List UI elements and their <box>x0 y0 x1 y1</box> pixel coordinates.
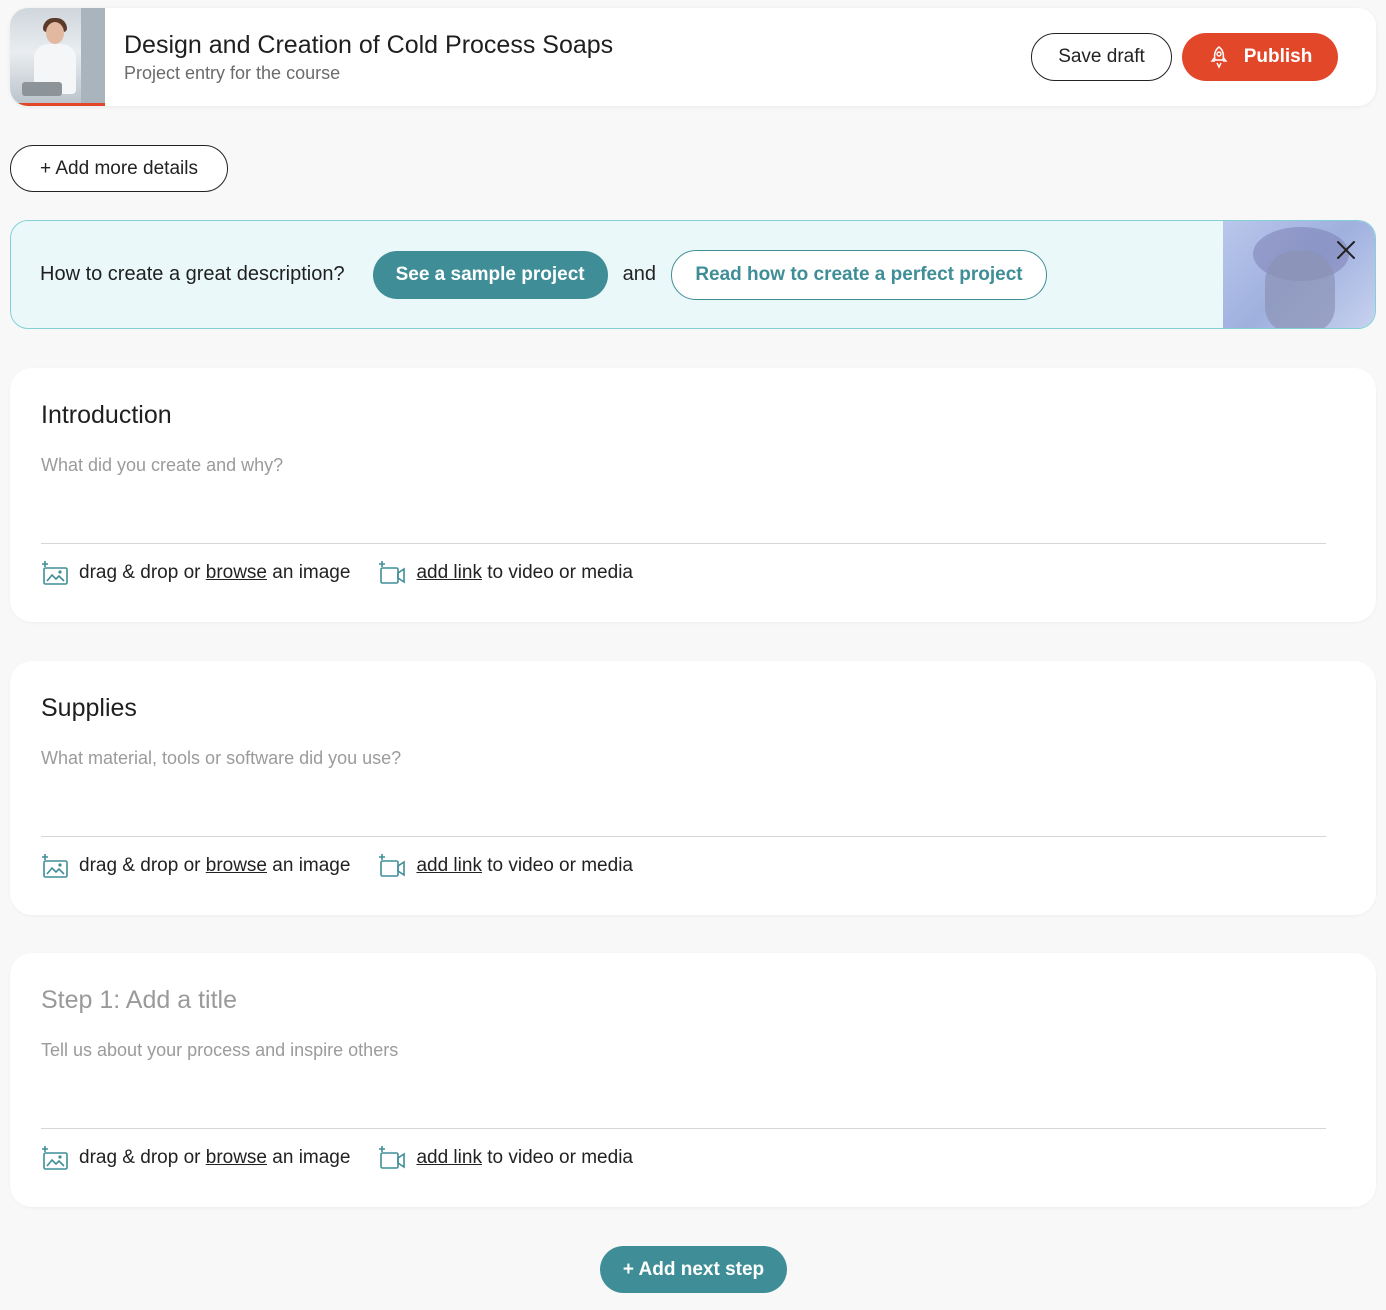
section-supplies: Supplies What material, tools or softwar… <box>10 661 1376 915</box>
project-subtitle: Project entry for the course <box>124 63 341 83</box>
section-title: Introduction <box>41 401 172 429</box>
step-title-input[interactable]: Step 1: Add a title <box>41 986 237 1015</box>
image-text: an image <box>272 1147 351 1168</box>
media-bar: drag & drop or browse an image add link … <box>41 1145 633 1171</box>
tip-illustration <box>1223 221 1375 328</box>
section-title: Supplies <box>41 694 137 722</box>
add-video-icon[interactable] <box>378 853 406 879</box>
header-titles: Design and Creation of Cold Process Soap… <box>124 30 1031 84</box>
video-text: to video or media <box>487 562 633 583</box>
close-icon[interactable] <box>1335 239 1357 261</box>
browse-link[interactable]: browse <box>206 1147 267 1169</box>
section-step-1: Step 1: Add a title Tell us about your p… <box>10 953 1376 1207</box>
add-link[interactable]: add link <box>416 1147 482 1169</box>
project-title: Design and Creation of Cold Process Soap… <box>124 31 614 59</box>
drag-drop-text: drag & drop or <box>79 855 201 876</box>
video-text: to video or media <box>487 1147 633 1168</box>
rocket-icon <box>1210 46 1228 69</box>
divider <box>41 1128 1326 1129</box>
add-image-icon[interactable] <box>41 1145 69 1171</box>
add-image-icon[interactable] <box>41 853 69 879</box>
add-next-step-button[interactable]: + Add next step <box>600 1246 787 1293</box>
section-introduction: Introduction What did you create and why… <box>10 368 1376 622</box>
section-text-input[interactable]: What did you create and why? <box>41 455 283 476</box>
browse-link[interactable]: browse <box>206 562 267 584</box>
drag-drop-text: drag & drop or <box>79 562 201 583</box>
drag-drop-text: drag & drop or <box>79 1147 201 1168</box>
save-draft-button[interactable]: Save draft <box>1031 33 1172 81</box>
add-link[interactable]: add link <box>416 562 482 584</box>
project-editor-page: Design and Creation of Cold Process Soap… <box>0 0 1386 1310</box>
add-video-icon[interactable] <box>378 560 406 586</box>
course-thumbnail <box>10 8 105 106</box>
tip-question: How to create a great description? <box>40 263 345 285</box>
media-bar: drag & drop or browse an image add link … <box>41 853 633 879</box>
add-more-details-button[interactable]: + Add more details <box>10 145 228 192</box>
divider <box>41 543 1326 544</box>
video-text: to video or media <box>487 855 633 876</box>
browse-link[interactable]: browse <box>206 855 267 877</box>
description-tip-banner: How to create a great description? See a… <box>10 220 1376 329</box>
add-link[interactable]: add link <box>416 855 482 877</box>
see-sample-project-button[interactable]: See a sample project <box>372 250 608 299</box>
add-video-icon[interactable] <box>378 1145 406 1171</box>
section-text-input[interactable]: Tell us about your process and inspire o… <box>41 1040 398 1061</box>
divider <box>41 836 1326 837</box>
image-text: an image <box>272 855 351 876</box>
add-image-icon[interactable] <box>41 560 69 586</box>
tip-and-text: and <box>622 263 656 285</box>
media-bar: drag & drop or browse an image add link … <box>41 560 633 586</box>
image-text: an image <box>272 562 351 583</box>
project-header: Design and Creation of Cold Process Soap… <box>10 8 1376 106</box>
section-text-input[interactable]: What material, tools or software did you… <box>41 748 401 769</box>
publish-label: Publish <box>1243 46 1313 67</box>
read-guide-button[interactable]: Read how to create a perfect project <box>670 249 1047 300</box>
publish-button[interactable]: Publish <box>1182 33 1338 81</box>
